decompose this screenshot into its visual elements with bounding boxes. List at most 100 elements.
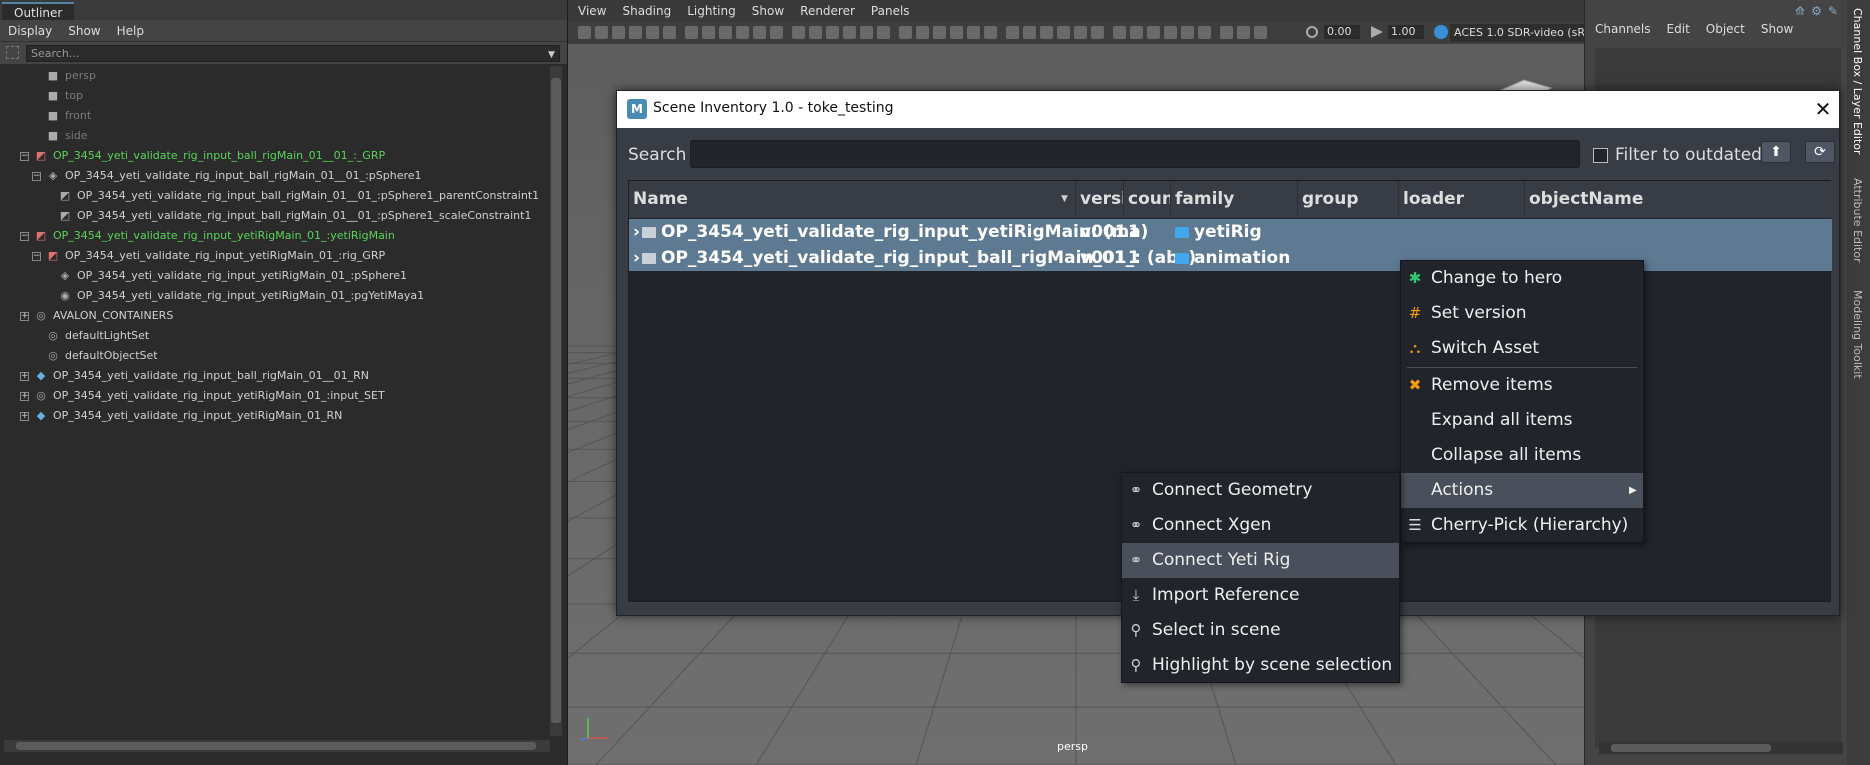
toolbar-icon[interactable] [809, 26, 822, 39]
menu-help[interactable]: Help [109, 24, 152, 38]
toolbar-icon[interactable] [612, 26, 625, 39]
menu-panels[interactable]: Panels [871, 4, 910, 18]
toolbar-icon[interactable] [1237, 26, 1250, 39]
toolbar-icon[interactable] [916, 26, 929, 39]
tab-modeling-toolkit[interactable]: Modeling Toolkit [1851, 290, 1864, 379]
refresh-button[interactable]: ⟳ [1805, 141, 1835, 163]
gamma-field[interactable]: 1.00 [1388, 25, 1424, 39]
expand-icon[interactable]: + [20, 311, 29, 321]
expand-icon[interactable]: + [20, 371, 29, 381]
menu-item-connect-geometry[interactable]: ⚭ Connect Geometry [1122, 473, 1399, 508]
expand-icon[interactable]: + [20, 411, 29, 421]
toolbar-icon[interactable] [984, 26, 997, 39]
toolbar-icon[interactable] [629, 26, 642, 39]
scrollbar-thumb[interactable] [16, 742, 536, 750]
outliner-item[interactable]: ◉ OP_3454_yeti_validate_rig_input_yetiRig… [57, 286, 424, 306]
outliner-search-input[interactable]: Search... [26, 45, 560, 62]
pencil-icon[interactable]: ✎ [1828, 4, 1838, 18]
toolbar-icon[interactable] [1023, 26, 1036, 39]
filter-outdated-checkbox[interactable] [1593, 148, 1608, 163]
toolbar-icon[interactable] [1147, 26, 1160, 39]
toolbar-icon[interactable] [1198, 26, 1211, 39]
toolbar-icon[interactable] [843, 26, 856, 39]
outliner-item[interactable]: + ◆ OP_3454_yeti_validate_rig_input_yetiRi… [20, 406, 342, 426]
window-titlebar[interactable]: M Scene Inventory 1.0 - toke_testing ✕ [617, 91, 1839, 128]
outliner-item[interactable]: + ◎ OP_3454_yeti_validate_rig_input_yetiRi… [20, 386, 385, 406]
toolbar-icon[interactable] [933, 26, 946, 39]
column-count[interactable]: count [1124, 181, 1171, 218]
menu-show[interactable]: Show [752, 4, 784, 18]
menu-item-cherry-pick[interactable]: ☰ Cherry-Pick (Hierarchy) [1401, 508, 1643, 543]
outliner-tab[interactable]: Outliner [2, 2, 75, 20]
menu-item-import-reference[interactable]: ⤓ Import Reference [1122, 578, 1399, 613]
toolbar-icon[interactable] [685, 26, 698, 39]
outliner-item[interactable]: − ◩ OP_3454_yeti_validate_rig_input_ball_r… [20, 146, 385, 166]
table-row[interactable]: › OP_3454_yeti_validate_rig_input_yetiRi… [629, 219, 1832, 245]
exposure-icon[interactable] [1306, 26, 1318, 38]
color-management-icon[interactable] [1434, 25, 1448, 39]
menu-object[interactable]: Object [1706, 22, 1745, 36]
menu-item-set-version[interactable]: # Set version [1401, 296, 1643, 331]
toolbar-icon[interactable] [1006, 26, 1019, 39]
menu-item-switch-asset[interactable]: ⛬ Switch Asset [1401, 331, 1643, 366]
menu-item-connect-yeti-rig[interactable]: ⚭ Connect Yeti Rig [1122, 543, 1399, 578]
column-loader[interactable]: loader [1399, 181, 1525, 218]
color-space-field[interactable]: ACES 1.0 SDR-video (sRGB [1450, 24, 1590, 42]
toolbar-icon[interactable] [860, 26, 873, 39]
toolbar-icon[interactable] [1040, 26, 1053, 39]
outliner-item[interactable]: ■ top [45, 86, 83, 106]
menu-channels[interactable]: Channels [1595, 22, 1651, 36]
toolbar-icon[interactable] [877, 26, 890, 39]
toolbar-icon[interactable] [702, 26, 715, 39]
outliner-item[interactable]: − ◩ OP_3454_yeti_validate_rig_input_yetiRi… [32, 246, 385, 266]
toolbar-icon[interactable] [1113, 26, 1126, 39]
filter-outdated-label[interactable]: Filter to outdated [1615, 145, 1762, 165]
collapse-icon[interactable]: − [32, 171, 41, 181]
channel-horizontal-scrollbar[interactable] [1599, 742, 1843, 754]
menu-item-highlight-by-selection[interactable]: ⚲ Highlight by scene selection [1122, 648, 1399, 683]
toolbar-icon[interactable] [792, 26, 805, 39]
outliner-item[interactable]: + ◆ OP_3454_yeti_validate_rig_input_ball_r… [20, 366, 369, 386]
menu-shading[interactable]: Shading [622, 4, 671, 18]
scrollbar-thumb[interactable] [1611, 744, 1771, 752]
column-family[interactable]: family [1171, 181, 1298, 218]
toolbar-icon[interactable] [578, 26, 591, 39]
table-row[interactable]: › OP_3454_yeti_validate_rig_input_ball_r… [629, 245, 1832, 271]
exposure-field[interactable]: 0.00 [1324, 25, 1360, 39]
menu-item-change-to-hero[interactable]: ✱ Change to hero [1401, 261, 1643, 296]
toolbar-icon[interactable] [663, 26, 676, 39]
menu-lighting[interactable]: Lighting [687, 4, 736, 18]
outliner-item[interactable]: ■ front [45, 106, 91, 126]
menu-item-collapse-all[interactable]: Collapse all items [1401, 438, 1643, 473]
column-objectname[interactable]: objectName [1525, 181, 1661, 218]
expand-chevron-icon[interactable]: › [633, 219, 640, 245]
collapse-icon[interactable]: − [20, 231, 29, 241]
toolbar-icon[interactable] [1074, 26, 1087, 39]
filter-icon[interactable] [6, 46, 19, 59]
menu-item-connect-xgen[interactable]: ⚭ Connect Xgen [1122, 508, 1399, 543]
toolbar-icon[interactable] [1130, 26, 1143, 39]
toolbar-icon[interactable] [595, 26, 608, 39]
menu-display[interactable]: Display [0, 24, 60, 38]
toolbar-icon[interactable] [1254, 26, 1267, 39]
outliner-item[interactable]: ◎ defaultObjectSet [45, 346, 157, 366]
outliner-item[interactable]: ◈ OP_3454_yeti_validate_rig_input_yetiRig… [57, 266, 407, 286]
menu-item-expand-all[interactable]: Expand all items [1401, 403, 1643, 438]
collapse-icon[interactable]: − [20, 151, 29, 161]
toolbar-icon[interactable] [899, 26, 912, 39]
toolbar-icon[interactable] [770, 26, 783, 39]
outliner-item[interactable]: − ◩ OP_3454_yeti_validate_rig_input_yetiRi… [20, 226, 395, 246]
scrollbar-thumb[interactable] [551, 78, 561, 723]
outliner-item[interactable]: + ◎ AVALON_CONTAINERS [20, 306, 173, 326]
outliner-horizontal-scrollbar[interactable] [4, 740, 550, 752]
menu-item-select-in-scene[interactable]: ⚲ Select in scene [1122, 613, 1399, 648]
outliner-item[interactable]: ◩ OP_3454_yeti_validate_rig_input_ball_ri… [57, 206, 532, 226]
toolbar-icon[interactable] [646, 26, 659, 39]
toolbar-icon[interactable] [826, 26, 839, 39]
settings-icon[interactable]: ⚙ [1811, 4, 1822, 18]
toolbar-icon[interactable] [1091, 26, 1104, 39]
menu-view[interactable]: View [578, 4, 606, 18]
column-group[interactable]: group [1298, 181, 1399, 218]
toolbar-icon[interactable] [1164, 26, 1177, 39]
outliner-item[interactable]: ■ side [45, 126, 88, 146]
